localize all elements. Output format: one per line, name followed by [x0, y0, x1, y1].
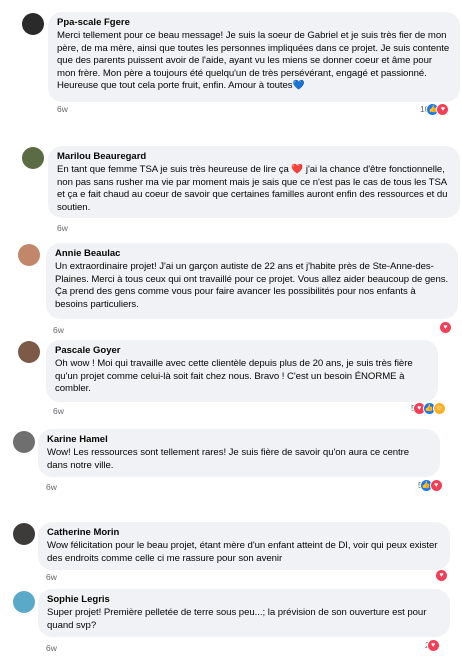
reaction-summary[interactable]: 10 👍 ♥ — [420, 102, 450, 116]
reaction-summary[interactable]: 5 👍 ♥ — [418, 478, 443, 492]
comment-time[interactable]: 6w — [57, 223, 68, 233]
comment-text: Oh wow ! Moi qui travaille avec cette cl… — [55, 358, 413, 395]
love-icon: ♥ — [426, 638, 440, 652]
avatar[interactable] — [18, 244, 40, 266]
comment-bubble: Karine Hamel Wow! Les ressources sont te… — [38, 429, 440, 477]
avatar[interactable] — [22, 13, 44, 35]
comment-author[interactable]: Sophie Legris — [47, 594, 441, 606]
love-icon: ♥ — [436, 102, 450, 116]
love-icon: ♥ — [439, 320, 452, 334]
avatar[interactable] — [13, 431, 35, 453]
comment-time[interactable]: 6w — [46, 572, 57, 582]
avatar[interactable] — [13, 523, 35, 545]
avatar[interactable] — [22, 147, 44, 169]
comment-text: Un extraordinaire projet! J'ai un garçon… — [55, 261, 449, 310]
comment-author[interactable]: Catherine Morin — [47, 527, 441, 539]
comment-time[interactable]: 6w — [46, 482, 57, 492]
comment-text: En tant que femme TSA je suis très heure… — [57, 164, 448, 213]
comment-text: Super projet! Première pelletée de terre… — [47, 607, 427, 631]
comment-bubble: Sophie Legris Super projet! Première pel… — [38, 589, 450, 637]
comment-bubble: Annie Beaulac Un extraordinaire projet! … — [46, 243, 458, 319]
comment-author[interactable]: Karine Hamel — [47, 434, 431, 446]
care-icon: ☺ — [432, 401, 446, 415]
comment-text: Wow félicitation pour le beau projet, ét… — [47, 540, 438, 564]
comment-bubble: Pascale Goyer Oh wow ! Moi qui travaille… — [46, 340, 438, 402]
love-icon: ♥ — [435, 568, 448, 582]
comment-author[interactable]: Marilou Beauregard — [57, 151, 451, 163]
comment-bubble: Catherine Morin Wow félicitation pour le… — [38, 522, 450, 570]
comment-bubble: Ppa-scale Fgere Merci tellement pour ce … — [48, 12, 460, 102]
comment-author[interactable]: Annie Beaulac — [55, 248, 449, 260]
comment-text: Merci tellement pour ce beau message! Je… — [57, 30, 450, 92]
reaction-summary[interactable]: ♥ — [433, 568, 448, 582]
comment-time[interactable]: 6w — [53, 406, 64, 416]
reaction-summary[interactable]: 2 ♥ — [425, 638, 440, 652]
love-icon: ♥ — [429, 478, 443, 492]
comment-time[interactable]: 6w — [53, 325, 64, 335]
comment-author[interactable]: Pascale Goyer — [55, 345, 429, 357]
comment-time[interactable]: 6w — [46, 643, 57, 653]
comment-text: Wow! Les ressources sont tellement rares… — [47, 447, 410, 471]
comment-author[interactable]: Ppa-scale Fgere — [57, 17, 451, 29]
reaction-summary[interactable]: ♥ — [437, 320, 452, 334]
reaction-summary[interactable]: 5 ♥ 👍 ☺ — [411, 401, 446, 415]
avatar[interactable] — [18, 341, 40, 363]
avatar[interactable] — [13, 591, 35, 613]
comment-time[interactable]: 6w — [57, 104, 68, 114]
comment-bubble: Marilou Beauregard En tant que femme TSA… — [48, 146, 460, 218]
